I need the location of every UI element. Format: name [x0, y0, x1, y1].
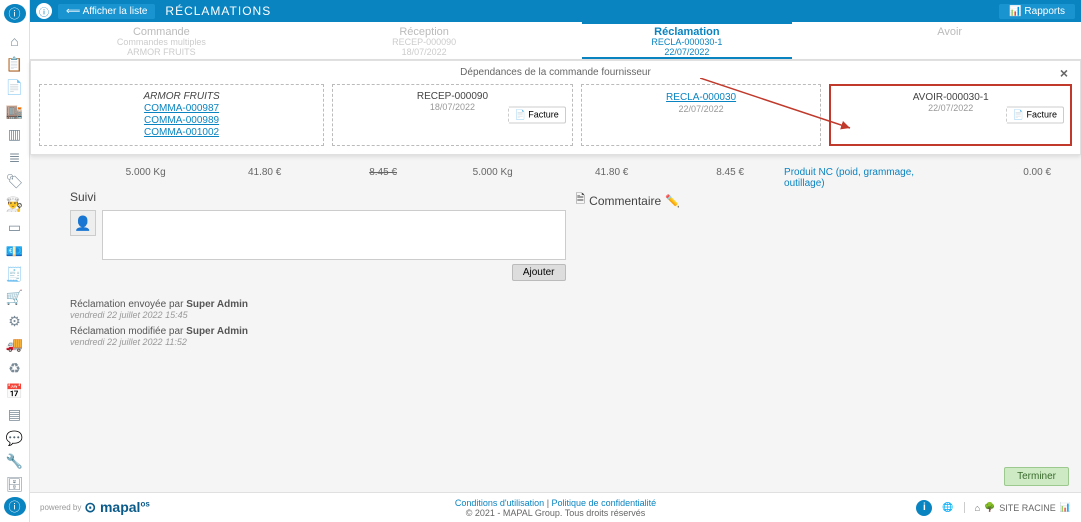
close-icon[interactable]: ×	[1060, 65, 1068, 81]
tag-icon[interactable]: 🏷	[4, 172, 26, 191]
recla-link[interactable]: RECLA-000030	[590, 92, 813, 103]
dep-reclamation: RECLA-000030 22/07/2022	[581, 84, 822, 146]
footer-brand: powered by ⊙ mapalos	[40, 499, 150, 516]
topbar: ⓘ ⟸ Afficher la liste RÉCLAMATIONS 📊 Rap…	[30, 0, 1081, 22]
reports-button[interactable]: 📊 Rapports	[999, 4, 1075, 19]
recycle-icon[interactable]: ♻	[4, 358, 26, 377]
edit-icon[interactable]: ✏️	[665, 194, 680, 208]
tab-commande[interactable]: Commande Commandes multiples ARMOR FRUIT…	[30, 22, 293, 59]
tab-reception[interactable]: Réception RECEP-000090 18/07/2022	[293, 22, 556, 59]
page-title: RÉCLAMATIONS	[165, 4, 271, 18]
db-icon[interactable]: 🗄	[4, 475, 26, 494]
commentaire-title: Commentaire	[589, 194, 661, 208]
topbar-logo-icon: ⓘ	[36, 3, 52, 19]
chef-icon[interactable]: 👨‍🍳	[4, 195, 26, 214]
settings-icon[interactable]: ⚙	[4, 312, 26, 331]
calendar-icon[interactable]: 📅	[4, 382, 26, 401]
comma-link[interactable]: COMMA-001002	[48, 127, 315, 138]
clipboard-icon[interactable]: 📋	[4, 55, 26, 74]
add-button[interactable]: Ajouter	[512, 264, 566, 281]
card-icon[interactable]: ▭	[4, 218, 26, 237]
doc-icon[interactable]: 📄	[4, 78, 26, 97]
wrench-icon[interactable]: 🔧	[4, 452, 26, 471]
chat-icon[interactable]: 💬	[4, 428, 26, 447]
info-icon[interactable]: i	[916, 500, 932, 516]
dep-commandes: ARMOR FRUITS COMMA-000987 COMMA-000989 C…	[39, 84, 324, 146]
home-icon: ⌂	[975, 503, 980, 513]
privacy-link[interactable]: Politique de confidentialité	[552, 498, 657, 508]
suivi-panel: Suivi 👤 Ajouter Réclamation envoyée par …	[70, 190, 566, 452]
overlay-title: Dépendances de la commande fournisseur	[460, 67, 651, 78]
suivi-title: Suivi	[70, 190, 566, 204]
facture-button[interactable]: 📄 Facture	[1006, 107, 1064, 124]
list-icon[interactable]: ▤	[4, 405, 26, 424]
comma-link[interactable]: COMMA-000989	[48, 115, 315, 126]
box-icon[interactable]: ▥	[4, 125, 26, 144]
comma-link[interactable]: COMMA-000987	[48, 103, 315, 114]
show-list-button[interactable]: ⟸ Afficher la liste	[58, 4, 155, 19]
dep-avoir: AVOIR-000030-1 22/07/2022 📄 Facture	[829, 84, 1072, 146]
layers-icon[interactable]: ≣	[4, 148, 26, 167]
log-entry: Réclamation modifiée par Super Admin ven…	[70, 326, 566, 347]
home-icon[interactable]: ⌂	[4, 31, 26, 50]
footer: powered by ⊙ mapalos Conditions d'utilis…	[30, 492, 1081, 522]
dep-reception: RECEP-000090 18/07/2022 📄 Facture	[332, 84, 573, 146]
chart-icon: 📊	[1060, 502, 1071, 513]
tabs: Commande Commandes multiples ARMOR FRUIT…	[30, 22, 1081, 60]
money-icon[interactable]: 💶	[4, 242, 26, 261]
suivi-input[interactable]	[102, 210, 566, 260]
dependencies-overlay: Dépendances de la commande fournisseur ×…	[30, 60, 1081, 155]
commentaire-panel: 🗎 Commentaire ✏️	[576, 190, 1072, 452]
log-entry: Réclamation envoyée par Super Admin vend…	[70, 299, 566, 320]
bottom-logo-icon[interactable]: ⓘ	[4, 497, 26, 516]
tree-icon: 🌳	[984, 502, 995, 513]
app-logo-icon[interactable]: ⓘ	[4, 4, 26, 23]
cart-icon[interactable]: 🛒	[4, 288, 26, 307]
site-selector[interactable]: ⌂ 🌳 SITE RACINE 📊	[964, 502, 1071, 513]
doc-icon: 🗎	[576, 190, 586, 211]
terms-link[interactable]: Conditions d'utilisation	[455, 498, 544, 508]
truck-icon[interactable]: 🚚	[4, 335, 26, 354]
tab-reclamation[interactable]: Réclamation RECLA-000030-1 22/07/2022	[556, 22, 819, 59]
store-icon[interactable]: 🏬	[4, 101, 26, 120]
facture-button[interactable]: 📄 Facture	[508, 107, 566, 124]
finish-button[interactable]: Terminer	[1004, 467, 1069, 486]
map-icon[interactable]: 🌐	[942, 502, 953, 513]
avatar-icon: 👤	[70, 210, 96, 236]
body-columns: Suivi 👤 Ajouter Réclamation envoyée par …	[70, 190, 1071, 452]
tab-avoir[interactable]: Avoir	[818, 22, 1081, 59]
invoice-icon[interactable]: 🧾	[4, 265, 26, 284]
sidebar: ⓘ ⌂ 📋 📄 🏬 ▥ ≣ 🏷 👨‍🍳 ▭ 💶 🧾 🛒 ⚙ 🚚 ♻ 📅 ▤ 💬 …	[0, 0, 30, 522]
product-row: 5.000 Kg 41.80 € 8.45 € 5.000 Kg 41.80 €…	[70, 167, 1071, 189]
